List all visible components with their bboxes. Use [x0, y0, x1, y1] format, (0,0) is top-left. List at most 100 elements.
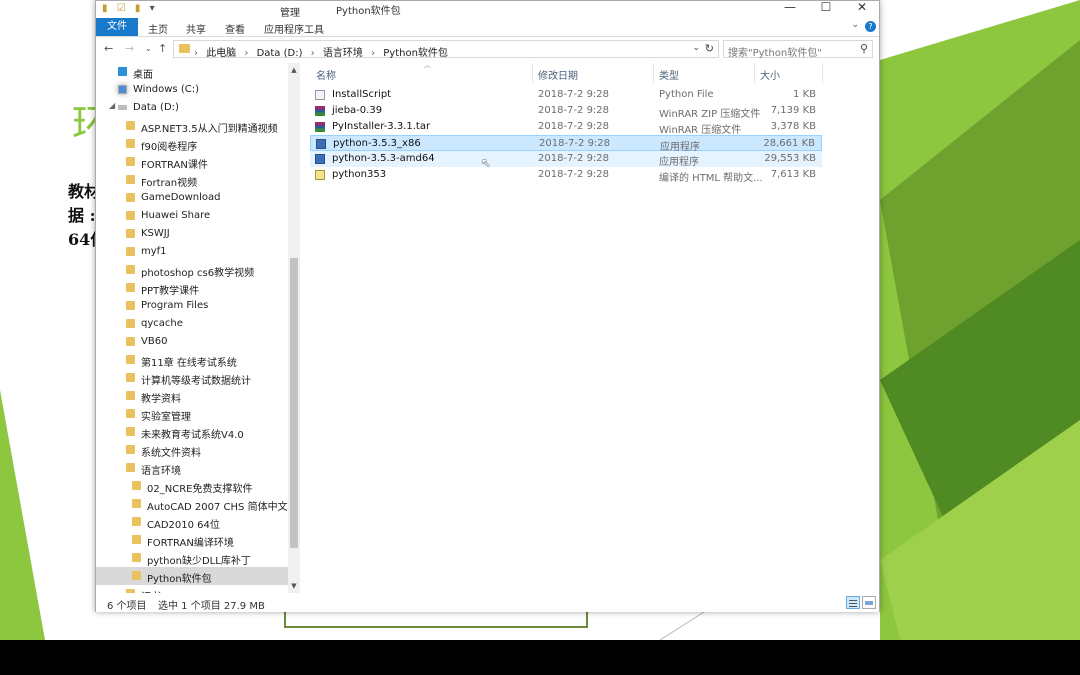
tree-item[interactable]: 桌面: [96, 63, 288, 81]
tab-file[interactable]: 文件: [96, 18, 138, 36]
breadcrumb-item[interactable]: Python软件包: [383, 48, 448, 59]
sort-ascending-icon: ︿: [424, 61, 431, 69]
details-view-icon[interactable]: [846, 596, 860, 609]
tree-item[interactable]: ASP.NET3.5从入门到精通视频: [96, 117, 288, 135]
column-divider[interactable]: [754, 63, 755, 83]
file-row[interactable]: jieba-0.39 2018-7-2 9:28 WinRAR ZIP 压缩文件 7,…: [310, 103, 822, 120]
tab-home[interactable]: 主页: [148, 21, 168, 36]
tab-share[interactable]: 共享: [186, 21, 206, 36]
column-divider[interactable]: [822, 63, 823, 83]
tree-item[interactable]: 教学资料: [96, 387, 288, 405]
close-button[interactable]: ✕: [845, 0, 879, 15]
tree-item[interactable]: KSWJJ: [96, 225, 288, 243]
folder-icon: [126, 391, 135, 400]
tree-item[interactable]: PPT教学课件: [96, 279, 288, 297]
folder-icon: [126, 445, 135, 454]
tree-item[interactable]: ◢ Data (D:): [96, 99, 288, 117]
chevron-down-icon[interactable]: ⌄: [692, 43, 700, 53]
expander-icon[interactable]: ◢: [109, 101, 115, 110]
tree-item[interactable]: Program Files: [96, 297, 288, 315]
tree-item[interactable]: Huawei Share: [96, 207, 288, 225]
folder-icon: [132, 517, 141, 526]
tree-item[interactable]: 第11章 在线考试系统: [96, 351, 288, 369]
tree-item[interactable]: 语言环境: [96, 459, 288, 477]
tree-item[interactable]: 计算机等级考试数据统计: [96, 369, 288, 387]
file-size: 3,378 KB: [770, 121, 816, 132]
tree-item[interactable]: Python软件包: [96, 567, 288, 585]
title-bar[interactable]: ▮ ☑ ▮ ▾ 管理 Python软件包 — ☐ ✕: [96, 0, 879, 19]
folder-icon[interactable]: ▮: [102, 3, 108, 14]
tree-item[interactable]: Windows (C:): [96, 81, 288, 99]
file-row[interactable]: python353 2018-7-2 9:28 编译的 HTML 帮助文... 7,6…: [310, 167, 822, 184]
search-input[interactable]: 搜索"Python软件包" ⚲: [723, 40, 873, 59]
column-type[interactable]: 类型: [659, 67, 679, 82]
tree-item[interactable]: myf1: [96, 243, 288, 261]
tab-view[interactable]: 查看: [225, 21, 245, 36]
tree-item[interactable]: f90阅卷程序: [96, 135, 288, 153]
back-arrow-icon[interactable]: ←: [104, 42, 113, 55]
scroll-down-icon[interactable]: ▼: [289, 582, 299, 590]
tree-item[interactable]: 未来教育考试系统V4.0: [96, 423, 288, 441]
tree-item[interactable]: 系统文件资料: [96, 441, 288, 459]
recent-locations-icon[interactable]: ⌄: [145, 44, 152, 53]
tree-item[interactable]: Fortran视频: [96, 171, 288, 189]
forward-arrow-icon[interactable]: →: [125, 42, 134, 55]
tree-item-label: 未来教育考试系统V4.0: [141, 430, 244, 441]
file-row[interactable]: python-3.5.3_x86 2018-7-2 9:28 应用程序 28,661 …: [310, 135, 822, 153]
column-size[interactable]: 大小: [760, 67, 780, 82]
tree-item[interactable]: GameDownload: [96, 189, 288, 207]
tab-manage[interactable]: 管理: [254, 4, 326, 19]
minimize-button[interactable]: —: [773, 0, 807, 15]
file-name: python-3.5.3_x86: [333, 138, 421, 149]
tree-item[interactable]: 02_NCRE免费支撑软件: [96, 477, 288, 495]
tree-item[interactable]: FORTRAN课件: [96, 153, 288, 171]
chevron-down-icon[interactable]: ⌄: [851, 20, 859, 30]
navigation-pane: 桌面 Windows (C:) ◢ Data (D:) ASP.NET3.5从入门到精通…: [96, 63, 300, 593]
refresh-icon[interactable]: ↻: [705, 42, 714, 55]
column-divider[interactable]: [532, 63, 533, 83]
tree-item[interactable]: 实验室管理: [96, 405, 288, 423]
tree-item-label: Python软件包: [147, 574, 212, 585]
tree-item[interactable]: python缺少DLL库补丁: [96, 549, 288, 567]
file-row[interactable]: InstallScript 2018-7-2 9:28 Python File 1 K…: [310, 87, 822, 103]
breadcrumb-item[interactable]: Data (D:): [257, 48, 303, 59]
scroll-up-icon[interactable]: ▲: [289, 66, 299, 74]
nav-scrollbar[interactable]: ▲ ▼: [288, 63, 300, 593]
tree-item-label: qycache: [141, 318, 183, 329]
scrollbar-thumb[interactable]: [290, 258, 298, 548]
tree-item[interactable]: qycache: [96, 315, 288, 333]
tree-item[interactable]: VB60: [96, 333, 288, 351]
tree-item-label: Data (D:): [133, 102, 179, 113]
column-name[interactable]: 名称: [316, 67, 336, 82]
screen-bottom-bar: [0, 640, 1080, 675]
file-type: 应用程序: [659, 157, 699, 168]
tree-item[interactable]: 证书: [96, 585, 288, 593]
file-date: 2018-7-2 9:28: [538, 105, 610, 116]
search-icon[interactable]: ⚲: [860, 42, 868, 55]
tree-item-label: 02_NCRE免费支撑软件: [147, 484, 253, 495]
tree-item[interactable]: AutoCAD 2007 CHS 简体中文版: [96, 495, 298, 513]
tree-item-label: 语言环境: [141, 466, 181, 477]
column-divider[interactable]: [653, 63, 654, 83]
column-date-modified[interactable]: 修改日期: [538, 67, 578, 82]
breadcrumb-item[interactable]: 此电脑: [206, 48, 236, 59]
folder-icon: [126, 265, 135, 274]
large-icons-view-icon[interactable]: [862, 596, 876, 609]
properties-icon[interactable]: ☑: [117, 3, 126, 14]
search-placeholder: 搜索"Python软件包": [728, 48, 822, 59]
tree-item[interactable]: photoshop cs6教学视频: [96, 261, 288, 279]
up-arrow-icon[interactable]: ↑: [158, 42, 167, 55]
file-row[interactable]: python-3.5.3-amd64 2018-7-2 9:28 应用程序 29,55…: [310, 151, 822, 168]
file-date: 2018-7-2 9:28: [538, 169, 610, 180]
tree-item[interactable]: CAD2010 64位: [96, 513, 288, 531]
help-icon[interactable]: ?: [865, 21, 876, 32]
maximize-button[interactable]: ☐: [809, 0, 843, 15]
breadcrumb-item[interactable]: 语言环境: [323, 48, 363, 59]
slide-text-line: 据 :: [68, 206, 96, 225]
new-folder-icon[interactable]: ▮: [135, 3, 141, 14]
customize-toolbar-icon[interactable]: ▾: [150, 3, 155, 14]
tab-application-tools[interactable]: 应用程序工具: [264, 21, 324, 36]
file-row[interactable]: PyInstaller-3.3.1.tar 2018-7-2 9:28 WinRAR…: [310, 119, 822, 136]
tree-item[interactable]: FORTRAN编译环境: [96, 531, 288, 549]
address-bar[interactable]: › 此电脑 › Data (D:) › 语言环境 › Python软件包 ⌄ ↻: [173, 40, 719, 59]
